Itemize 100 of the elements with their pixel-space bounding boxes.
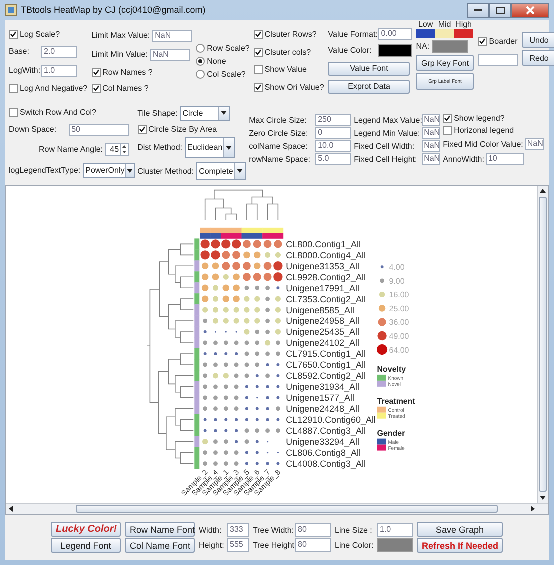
button[interactable]: Undo (522, 32, 554, 48)
checkbox[interactable] (443, 114, 452, 123)
input-field[interactable]: NaN (152, 30, 192, 42)
legend-label: 49.00 (389, 332, 410, 341)
checkbox[interactable] (9, 84, 18, 92)
button[interactable]: Value Font (328, 62, 410, 76)
color-swatch[interactable] (378, 44, 412, 58)
spinner-arrows-icon[interactable] (120, 144, 128, 156)
field-label: Down Space: (9, 125, 57, 134)
radio-button[interactable] (196, 56, 206, 66)
caret-right-icon[interactable] (531, 506, 535, 512)
color-swatch[interactable] (377, 538, 413, 552)
legend-title: Novelty (377, 364, 406, 374)
row-label: CL806.Contig8_All (286, 448, 361, 458)
legend-label: 4.00 (389, 263, 405, 272)
button[interactable]: Grp Key Font (416, 55, 474, 72)
color-swatch[interactable] (454, 29, 474, 38)
input-field[interactable]: NaN (422, 127, 440, 139)
row-label: Unigene33294_All (286, 437, 360, 447)
input-field[interactable]: 1.0 (41, 64, 77, 76)
button[interactable]: Lucky Color! (51, 522, 121, 537)
input-field[interactable]: 50 (68, 124, 129, 136)
row-label: CL7915.Contig1_All (286, 349, 366, 360)
row-label: Unigene17991_All (286, 283, 360, 294)
dropdown[interactable]: Circle (180, 106, 230, 121)
checkbox[interactable] (9, 30, 18, 38)
horizontal-scrollbar[interactable] (6, 503, 548, 514)
input-field[interactable]: 333 (227, 523, 249, 537)
color-swatch[interactable] (432, 40, 468, 53)
maximize-button[interactable] (489, 2, 511, 18)
scale-label: Low (417, 20, 434, 29)
row-label: Unigene8585_All (286, 305, 354, 316)
caret-up-icon[interactable] (540, 189, 546, 193)
radio-button[interactable] (196, 44, 206, 52)
checkbox[interactable] (92, 68, 101, 76)
spinner-field[interactable]: 45 (105, 143, 130, 156)
checkbox[interactable] (254, 48, 263, 57)
heatmap-dots-drawing (202, 439, 269, 445)
caret-down-icon[interactable] (540, 496, 546, 500)
close-button[interactable] (511, 2, 549, 18)
dropdown[interactable]: Complete (196, 162, 246, 180)
input-field[interactable]: NaN (422, 140, 440, 152)
button[interactable]: Row Name Font (125, 522, 195, 537)
maximize-icon (496, 6, 504, 14)
input-field[interactable]: NaN (422, 114, 440, 126)
button[interactable]: Col Name Font (125, 538, 195, 553)
checkbox[interactable] (254, 65, 263, 74)
checkbox[interactable] (478, 36, 488, 46)
checkbox[interactable] (9, 108, 18, 117)
button[interactable]: Exprot Data (328, 80, 410, 94)
button[interactable]: Legend Font (51, 538, 121, 553)
field-label: NA: (416, 42, 430, 51)
input-field[interactable]: 1.0 (377, 523, 413, 537)
checkbox[interactable] (254, 82, 263, 92)
field-label: Fixed Cell Width: (354, 142, 416, 150)
dropdown[interactable]: PowerOnly (82, 163, 135, 178)
button[interactable]: Refresh If Needed (417, 538, 503, 553)
checkbox-label: Show Value (264, 65, 307, 74)
input-field[interactable]: 555 (227, 538, 249, 552)
input-field[interactable]: 250 (315, 114, 352, 126)
button[interactable]: Save Graph (417, 522, 503, 537)
input-field[interactable]: 0.00 (378, 28, 412, 40)
radio-label: Col Scale? (207, 70, 246, 78)
input-field[interactable] (478, 54, 518, 66)
dropdown[interactable]: Euclidean (184, 137, 235, 158)
checkbox[interactable] (138, 124, 147, 134)
field-label: Fixed Mid Color Value: (443, 140, 524, 148)
input-field[interactable]: 80 (295, 523, 331, 537)
checkbox[interactable] (254, 30, 263, 40)
field-label: LogWith: (9, 66, 39, 75)
minimize-button[interactable] (467, 2, 489, 18)
legend-title: Gender (377, 428, 406, 438)
button[interactable]: Redo (522, 50, 554, 66)
field-label: Value Color: (328, 46, 373, 56)
input-field[interactable]: 2.0 (41, 46, 77, 58)
radio-button[interactable] (196, 70, 206, 78)
input-field[interactable]: NaN (422, 153, 440, 165)
caret-left-icon[interactable] (9, 506, 13, 512)
input-field[interactable]: NaN (150, 48, 190, 60)
color-swatch[interactable] (435, 29, 454, 38)
row-label: CL8000.Contig4_All (286, 250, 366, 260)
checkbox[interactable] (443, 126, 452, 135)
input-field[interactable]: 5.0 (315, 153, 352, 165)
legend-label: 64.00 (389, 346, 410, 355)
input-field[interactable]: 0 (315, 127, 352, 139)
field-label: Tile Shape: (138, 108, 178, 118)
field-label: Tree Width: (253, 526, 293, 534)
checkbox[interactable] (92, 84, 101, 92)
field-label: Tree Height: (253, 540, 293, 550)
input-field[interactable]: 10 (486, 153, 524, 165)
vertical-scrollbar[interactable] (537, 186, 548, 503)
color-swatch[interactable] (416, 29, 436, 38)
field-label: Line Color: (335, 540, 375, 550)
input-field[interactable]: 10.0 (315, 140, 352, 152)
input-field[interactable]: 80 (295, 538, 331, 552)
close-icon (526, 6, 534, 14)
caret-down-icon (220, 111, 227, 116)
field-label: Fixed Cell Height: (354, 154, 418, 164)
field-label: Line Size : (335, 526, 374, 534)
input-field[interactable]: NaN (525, 138, 544, 150)
